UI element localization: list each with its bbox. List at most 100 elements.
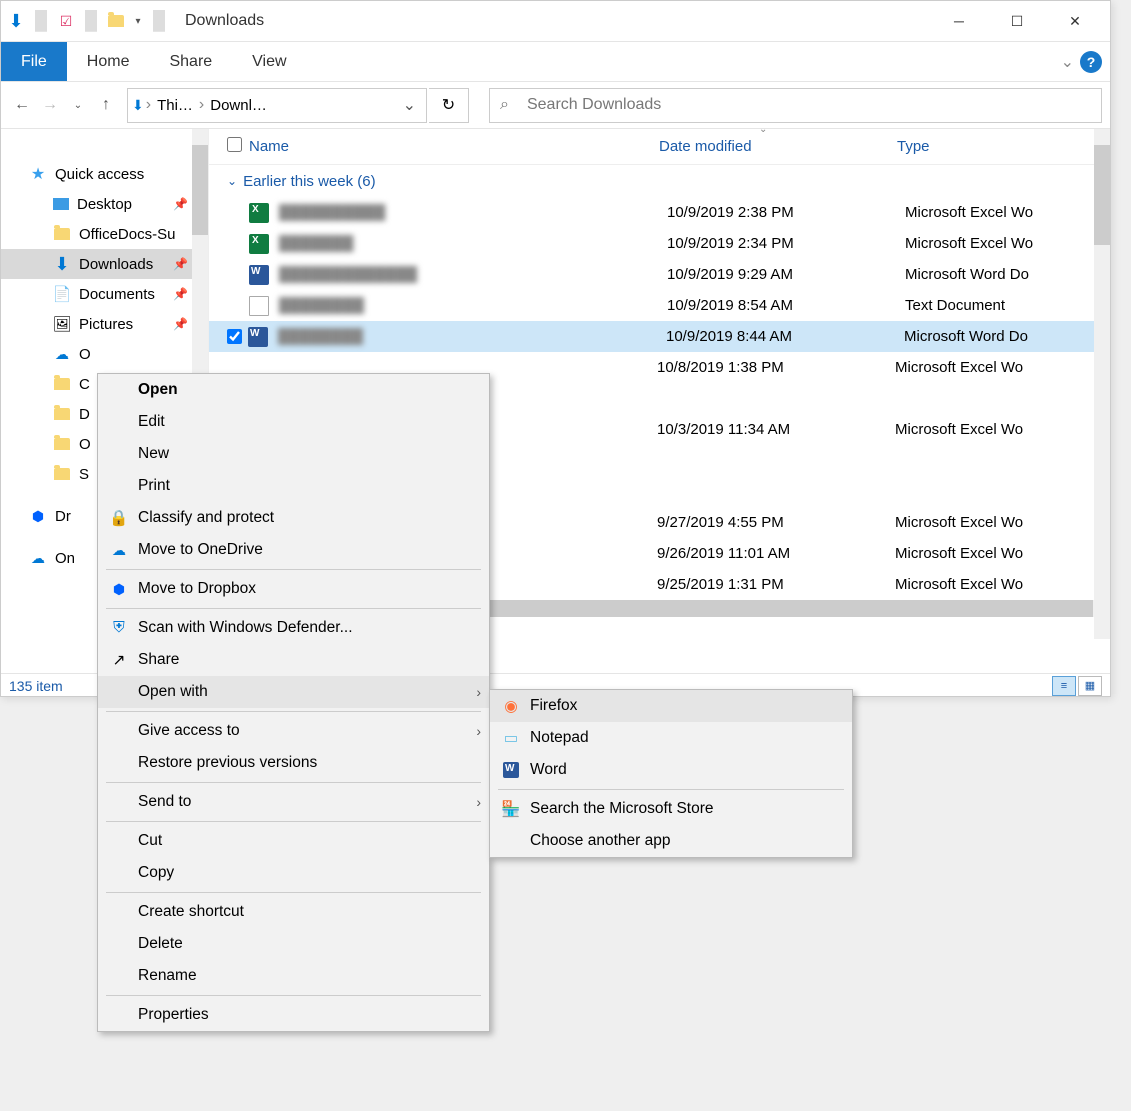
maximize-button[interactable]: ☐: [988, 2, 1046, 40]
folder-icon: [53, 435, 71, 453]
pin-icon: 📌: [173, 197, 188, 211]
chevron-right-icon[interactable]: ›: [197, 96, 206, 114]
dropbox-icon: ⬢: [29, 507, 47, 525]
file-icon: [249, 265, 269, 285]
ctx-open[interactable]: Open: [98, 374, 489, 406]
nav-desktop[interactable]: Desktop 📌: [1, 189, 208, 219]
nav-label: Documents: [79, 286, 155, 303]
ctx-defender[interactable]: ⛨Scan with Windows Defender...: [98, 612, 489, 644]
file-row[interactable]: ██████████10/9/2019 2:38 PMMicrosoft Exc…: [209, 197, 1110, 228]
ctx-shortcut[interactable]: Create shortcut: [98, 896, 489, 928]
ow-another[interactable]: Choose another app: [490, 825, 852, 857]
ctx-openwith[interactable]: Open with›: [98, 676, 489, 708]
chevron-right-icon: ›: [476, 794, 481, 810]
col-date[interactable]: ⌄Date modified: [659, 138, 897, 155]
file-name: █████████████: [279, 266, 667, 283]
store-icon: 🏪: [498, 800, 524, 819]
close-button[interactable]: ✕: [1046, 2, 1104, 40]
ctx-edit[interactable]: Edit: [98, 406, 489, 438]
downloads-icon: ⬇: [53, 255, 71, 273]
nav-quick-access[interactable]: ★Quick access: [1, 159, 208, 189]
file-name: ███████: [279, 235, 667, 252]
star-icon: ★: [29, 165, 47, 183]
word-icon: [498, 762, 524, 778]
nav-downloads[interactable]: ⬇Downloads📌: [1, 249, 208, 279]
file-date: 10/9/2019 9:29 AM: [667, 266, 905, 283]
refresh-button[interactable]: ↻: [429, 88, 469, 123]
group-header[interactable]: ⌄ Earlier this week (6): [209, 165, 1110, 197]
separator: [106, 608, 481, 609]
nav-item[interactable]: ☁O: [1, 339, 208, 369]
ctx-share[interactable]: ↗Share: [98, 644, 489, 676]
row-checkbox[interactable]: [227, 329, 242, 344]
qat-chevron-down-icon[interactable]: ▾: [129, 12, 147, 30]
ow-store[interactable]: 🏪Search the Microsoft Store: [490, 793, 852, 825]
pin-icon: 📌: [173, 317, 188, 331]
file-row[interactable]: ███████10/9/2019 2:34 PMMicrosoft Excel …: [209, 228, 1110, 259]
ctx-properties[interactable]: Properties: [98, 999, 489, 1031]
chevron-right-icon: ›: [476, 723, 481, 739]
details-view-button[interactable]: ≡: [1052, 676, 1076, 696]
file-type: Microsoft Word Do: [904, 328, 1110, 345]
separator: [106, 711, 481, 712]
vscrollbar[interactable]: [1094, 129, 1110, 639]
ctx-onedrive[interactable]: ☁Move to OneDrive: [98, 534, 489, 566]
ctx-copy[interactable]: Copy: [98, 857, 489, 889]
file-row[interactable]: ████████10/9/2019 8:54 AMText Document: [209, 290, 1110, 321]
nav-pictures[interactable]: 🖼Pictures📌: [1, 309, 208, 339]
qat-folder-icon[interactable]: [107, 12, 125, 30]
recent-locations-icon[interactable]: ⌄: [65, 92, 91, 118]
up-button[interactable]: ↑: [93, 92, 119, 118]
nav-documents[interactable]: 📄Documents📌: [1, 279, 208, 309]
ctx-restore[interactable]: Restore previous versions: [98, 747, 489, 779]
tab-home[interactable]: Home: [67, 42, 150, 81]
ow-firefox[interactable]: ◉Firefox: [490, 690, 852, 722]
address-bar[interactable]: ⬇ › Thi… › Downl… ⌄: [127, 88, 427, 123]
tab-view[interactable]: View: [232, 42, 306, 81]
ow-notepad[interactable]: ▭Notepad: [490, 722, 852, 754]
folder-icon: [53, 375, 71, 393]
separator: [106, 569, 481, 570]
address-dropdown-icon[interactable]: ⌄: [397, 95, 422, 115]
file-row[interactable]: █████████████10/9/2019 9:29 AMMicrosoft …: [209, 259, 1110, 290]
tab-share[interactable]: Share: [149, 42, 232, 81]
ow-word[interactable]: Word: [490, 754, 852, 786]
select-all-checkbox[interactable]: [227, 137, 242, 152]
collapse-ribbon-icon[interactable]: ⌄: [1061, 52, 1074, 72]
desktop-icon: [53, 198, 69, 210]
file-type: Microsoft Excel Wo: [895, 421, 1110, 438]
crumb-thispc[interactable]: Thi…: [153, 97, 197, 114]
file-row[interactable]: ████████10/9/2019 8:44 AMMicrosoft Word …: [209, 321, 1110, 352]
ctx-giveaccess[interactable]: Give access to›: [98, 715, 489, 747]
nav-officedocs[interactable]: OfficeDocs-Su: [1, 219, 208, 249]
col-type[interactable]: Type: [897, 138, 1110, 155]
ctx-cut[interactable]: Cut: [98, 825, 489, 857]
back-button[interactable]: ←: [9, 92, 35, 118]
nav-label: O: [79, 436, 91, 453]
help-icon[interactable]: ?: [1080, 51, 1102, 73]
ctx-dropbox[interactable]: ⬢Move to Dropbox: [98, 573, 489, 605]
onedrive-icon: ☁: [53, 345, 71, 363]
qat-properties-icon[interactable]: ☑: [57, 12, 75, 30]
separator: [106, 892, 481, 893]
ctx-rename[interactable]: Rename: [98, 960, 489, 992]
forward-button[interactable]: →: [37, 92, 63, 118]
ctx-delete[interactable]: Delete: [98, 928, 489, 960]
nav-label: Desktop: [77, 196, 132, 213]
col-name[interactable]: Name: [249, 138, 659, 155]
chevron-right-icon[interactable]: ›: [144, 96, 153, 114]
ctx-print[interactable]: Print: [98, 470, 489, 502]
group-count: (6): [357, 173, 375, 190]
minimize-button[interactable]: ─: [930, 2, 988, 40]
file-icon: [249, 203, 269, 223]
ctx-sendto[interactable]: Send to›: [98, 786, 489, 818]
tab-file[interactable]: File: [1, 42, 67, 81]
nav-label: Pictures: [79, 316, 133, 333]
search-input[interactable]: ⌕ Search Downloads: [489, 88, 1102, 123]
crumb-downloads[interactable]: Downl…: [206, 97, 271, 114]
ctx-classify[interactable]: 🔒Classify and protect: [98, 502, 489, 534]
ctx-new[interactable]: New: [98, 438, 489, 470]
large-icons-view-button[interactable]: ▦: [1078, 676, 1102, 696]
folder-icon: [53, 225, 71, 243]
file-date: 9/27/2019 4:55 PM: [657, 514, 895, 531]
